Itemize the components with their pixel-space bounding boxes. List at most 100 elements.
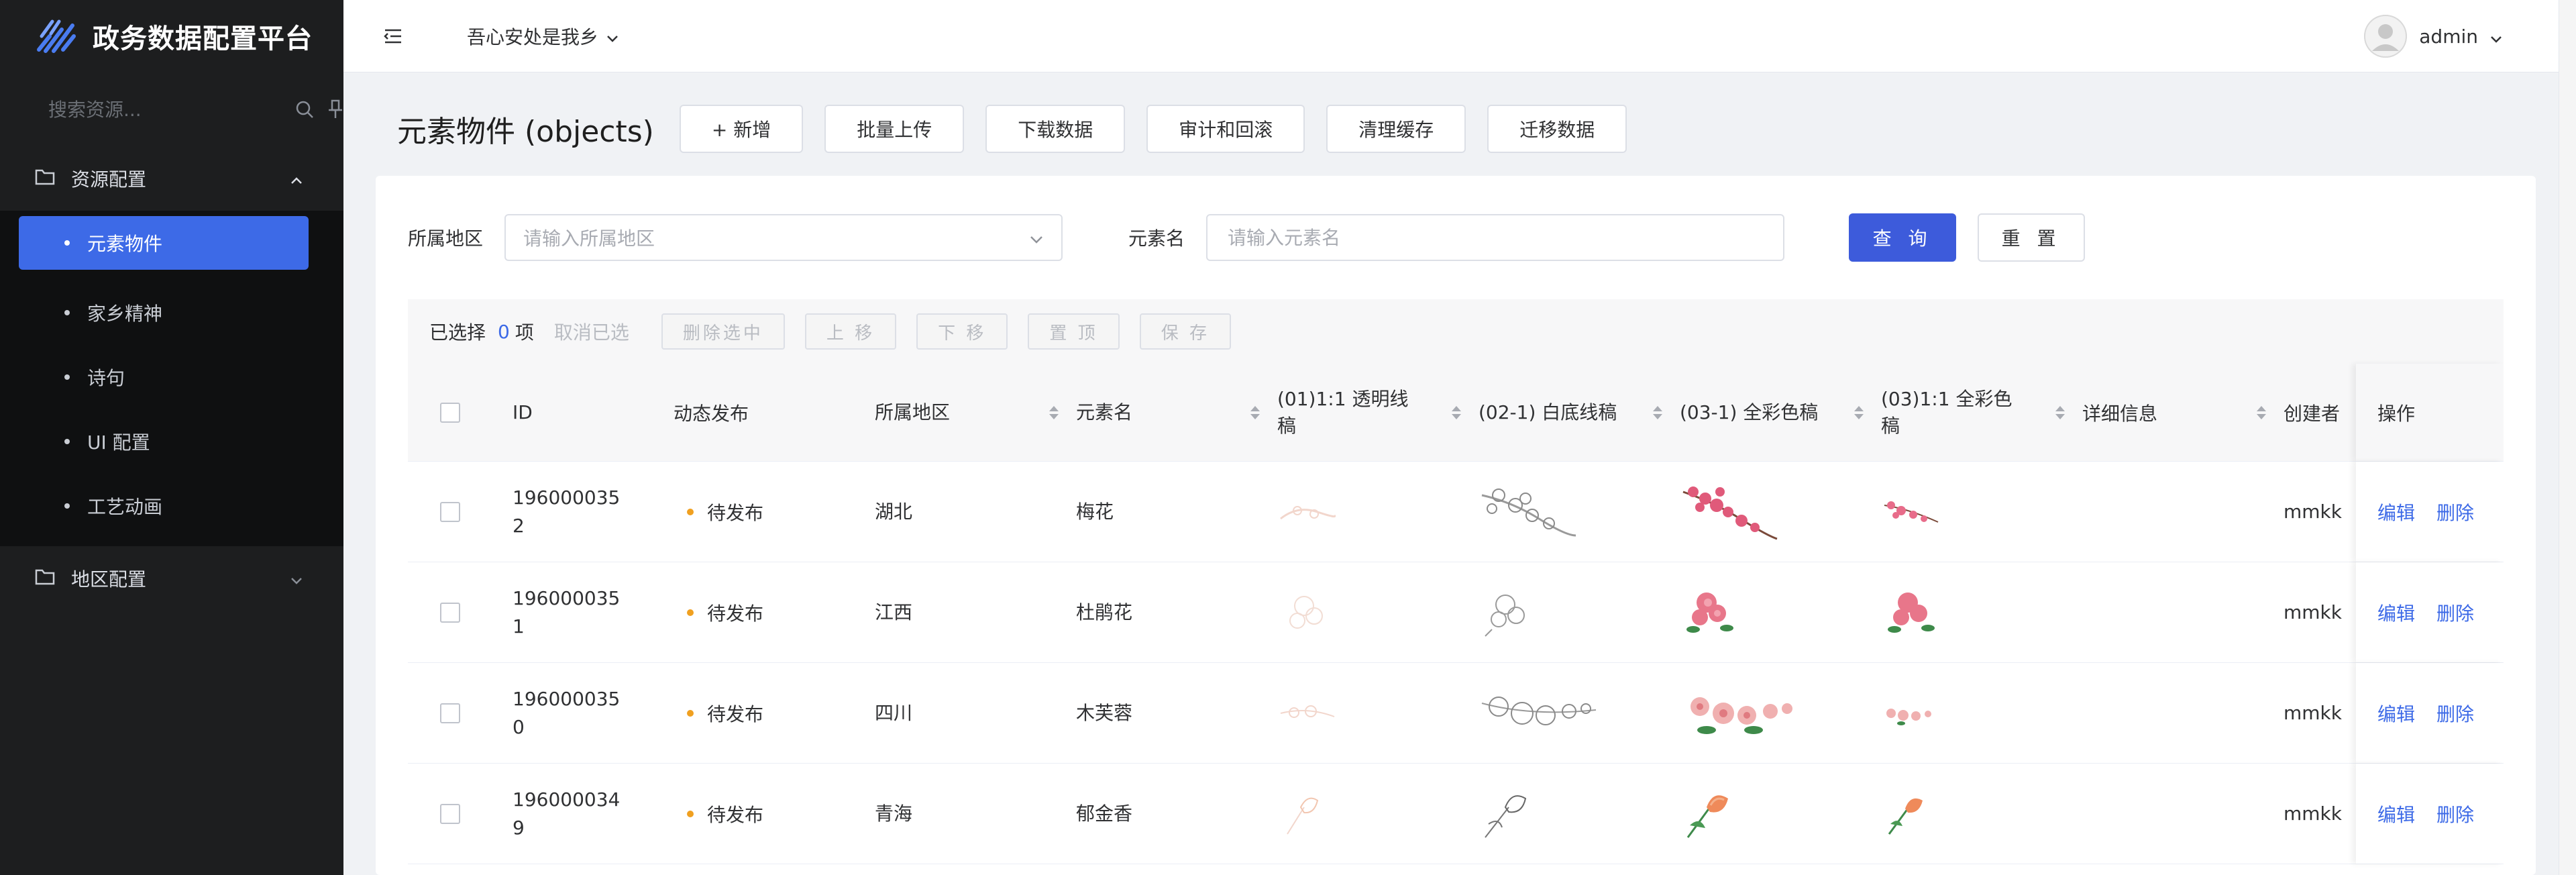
- color-draft-thumbnail[interactable]: [1680, 683, 1881, 743]
- reset-button[interactable]: 重 置: [1978, 213, 2086, 262]
- selection-suffix: 项: [515, 321, 534, 344]
- edit-link[interactable]: 编辑: [2377, 499, 2415, 525]
- sidebar-item-poems[interactable]: 诗句: [0, 345, 343, 409]
- user-menu[interactable]: admin: [2364, 15, 2502, 58]
- sort-icon[interactable]: [1250, 405, 1260, 419]
- column-header-label: (03-1) 全彩色稿: [1680, 401, 1819, 423]
- transparent-lineart-thumbnail[interactable]: [1277, 697, 1479, 730]
- page-scrollbar[interactable]: [2559, 0, 2576, 875]
- cancel-selection-link[interactable]: 取消已选: [554, 318, 629, 345]
- avatar-icon: [2364, 15, 2408, 58]
- folder-icon: [35, 568, 55, 590]
- chevron-down-icon: [606, 25, 619, 47]
- sidebar-item-craft-animation[interactable]: 工艺动画: [0, 474, 343, 538]
- name-filter-input[interactable]: [1206, 214, 1785, 261]
- sort-icon[interactable]: [1452, 405, 1461, 419]
- resource-search-input[interactable]: [48, 98, 282, 121]
- sidebar-item-ui-config[interactable]: UI 配置: [0, 409, 343, 474]
- sort-icon[interactable]: [1653, 405, 1662, 419]
- column-header-actions: 操作: [2356, 364, 2504, 461]
- column-header-name[interactable]: 元素名: [1076, 399, 1277, 426]
- sidebar: 政务数据配置平台 资源配置 元素物件 家乡精神 诗句 UI 配置 工艺动画 地区…: [0, 0, 343, 875]
- selection-bar: 已选择 0 项 取消已选 删除选中 上 移 下 移 置 顶 保 存: [408, 299, 2504, 364]
- pin-top-button[interactable]: 置 顶: [1028, 313, 1120, 350]
- region-cell: 青海: [875, 802, 913, 825]
- region-label: 吾心安处是我乡: [467, 25, 599, 48]
- white-lineart-thumbnail[interactable]: [1479, 683, 1680, 743]
- selection-prefix: 已选择: [429, 321, 486, 344]
- color-square-thumbnail[interactable]: [1881, 697, 2082, 730]
- save-button[interactable]: 保 存: [1139, 313, 1231, 350]
- clear-cache-button[interactable]: 清理缓存: [1326, 105, 1466, 153]
- select-all-checkbox[interactable]: [440, 402, 460, 423]
- column-header-white-lineart[interactable]: (02-1) 白底线稿: [1479, 399, 1680, 426]
- color-square-thumbnail[interactable]: [1881, 787, 2082, 841]
- id-cell: 196000035 2: [513, 484, 674, 540]
- delete-selected-button[interactable]: 删除选中: [661, 313, 785, 350]
- sort-icon[interactable]: [2257, 405, 2266, 419]
- white-lineart-thumbnail[interactable]: [1479, 784, 1680, 844]
- sidebar-item-objects[interactable]: 元素物件: [19, 216, 309, 270]
- column-header-transparent-lineart[interactable]: (01)1:1 透明线稿: [1277, 386, 1479, 440]
- bullet-icon: [64, 310, 70, 315]
- transparent-lineart-thumbnail[interactable]: [1277, 492, 1479, 532]
- delete-link[interactable]: 删除: [2436, 801, 2474, 827]
- download-data-button[interactable]: 下载数据: [985, 105, 1126, 153]
- query-button[interactable]: 查 询: [1849, 213, 1957, 262]
- edit-link[interactable]: 编辑: [2377, 700, 2415, 727]
- name-cell: 郁金香: [1076, 802, 1133, 825]
- region-dropdown[interactable]: 吾心安处是我乡: [467, 23, 619, 50]
- column-header-detail[interactable]: 详细信息: [2082, 399, 2284, 426]
- sidebar-item-hometown-spirit[interactable]: 家乡精神: [0, 280, 343, 345]
- sort-icon[interactable]: [1854, 405, 1864, 419]
- audit-rollback-button[interactable]: 审计和回滚: [1146, 105, 1305, 153]
- publish-status-cell: 待发布: [674, 700, 875, 727]
- move-up-button[interactable]: 上 移: [804, 313, 897, 350]
- row-checkbox[interactable]: [440, 703, 460, 723]
- batch-upload-button[interactable]: 批量上传: [824, 105, 965, 153]
- color-square-thumbnail[interactable]: [1881, 582, 2082, 643]
- white-lineart-thumbnail[interactable]: [1479, 482, 1680, 542]
- sort-icon[interactable]: [1049, 405, 1059, 419]
- migrate-data-button[interactable]: 迁移数据: [1487, 105, 1627, 153]
- objects-table: 已选择 0 项 取消已选 删除选中 上 移 下 移 置 顶 保 存 ID 动态发…: [408, 299, 2504, 875]
- page-header: 元素物件 (objects) + 新增 批量上传 下载数据 审计和回滚 清理缓存…: [397, 105, 1627, 153]
- row-checkbox[interactable]: [440, 602, 460, 623]
- delete-link[interactable]: 删除: [2436, 700, 2474, 727]
- id-text: 196000034: [513, 788, 621, 811]
- color-square-thumbnail[interactable]: [1881, 492, 2082, 532]
- color-draft-thumbnail[interactable]: [1680, 784, 1881, 844]
- move-down-button[interactable]: 下 移: [916, 313, 1008, 350]
- sort-icon[interactable]: [2055, 405, 2065, 419]
- pin-icon[interactable]: [327, 97, 344, 121]
- color-draft-thumbnail[interactable]: [1680, 482, 1881, 542]
- sidebar-group-region-config[interactable]: 地区配置: [0, 546, 343, 611]
- menu-fold-icon[interactable]: [381, 24, 405, 48]
- column-header-publish: 动态发布: [674, 402, 749, 425]
- sidebar-item-label: UI 配置: [87, 431, 150, 454]
- transparent-lineart-thumbnail[interactable]: [1277, 787, 1479, 841]
- status-text: 待发布: [707, 602, 764, 625]
- add-button[interactable]: + 新增: [679, 105, 804, 153]
- id-cell: 196000034 9: [513, 786, 674, 842]
- actions-cell: 编辑 删除: [2356, 462, 2504, 562]
- column-header-region[interactable]: 所属地区: [875, 399, 1076, 426]
- delete-link[interactable]: 删除: [2436, 599, 2474, 626]
- white-lineart-thumbnail[interactable]: [1479, 586, 1680, 639]
- chevron-up-icon: [290, 168, 303, 190]
- search-icon[interactable]: [294, 97, 315, 121]
- region-filter-select[interactable]: 请输入所属地区: [504, 214, 1063, 261]
- transparent-lineart-thumbnail[interactable]: [1277, 586, 1479, 639]
- edit-link[interactable]: 编辑: [2377, 801, 2415, 827]
- delete-link[interactable]: 删除: [2436, 499, 2474, 525]
- publish-status-cell: 待发布: [674, 499, 875, 525]
- row-checkbox[interactable]: [440, 501, 460, 522]
- column-header-color-draft[interactable]: (03-1) 全彩色稿: [1680, 399, 1881, 426]
- chevron-down-icon: [1029, 227, 1044, 249]
- edit-link[interactable]: 编辑: [2377, 599, 2415, 626]
- color-draft-thumbnail[interactable]: [1680, 582, 1881, 643]
- region-cell: 湖北: [875, 500, 913, 523]
- row-checkbox[interactable]: [440, 803, 460, 824]
- column-header-color-square[interactable]: (03)1:1 全彩色稿: [1881, 386, 2082, 440]
- sidebar-group-resource-config[interactable]: 资源配置: [0, 146, 343, 211]
